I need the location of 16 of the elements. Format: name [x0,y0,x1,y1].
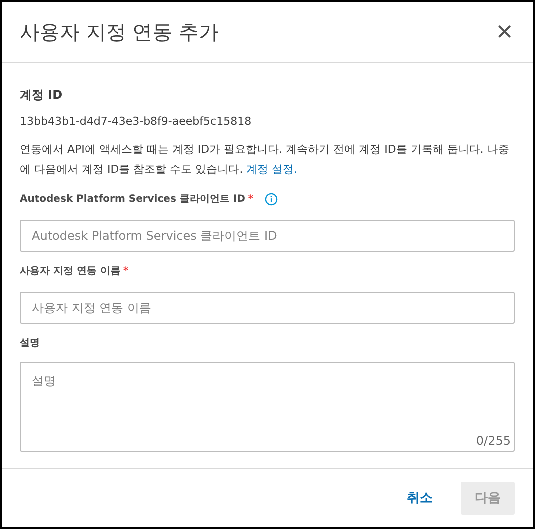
account-id-value: 13bb43b1-d4d7-43e3-b8f9-aeebf5c15818 [20,115,253,128]
account-settings-link[interactable]: 계정 설정. [246,163,298,176]
cancel-button[interactable]: 취소 [401,488,439,508]
account-id-label: 계정 ID [20,87,64,104]
required-mark: * [123,266,129,276]
close-button[interactable]: × [494,18,515,46]
field-label: Autodesk Platform Services 클라이언트 ID [20,193,246,206]
account-description: 연동에서 API에 액세스할 때는 계정 ID가 필요합니다. 계속하기 전에 계정 ID를 기록해 둡니다. 나중에 다음에서 계정 ID를 참조할 수도 있습니다. 계정 설정. [20,142,510,178]
field-label: 설명 [20,337,40,350]
field-label: 사용자 지정 연동 이름 [20,265,120,278]
dialog-title: 사용자 지정 연동 추가 [20,18,220,46]
input-field[interactable]: 사용자 지정 연동 이름 [20,292,515,324]
input-field[interactable]: Autodesk Platform Services 클라이언트 ID [20,220,515,252]
character-counter: 0/255 [476,434,511,448]
required-mark: * [248,194,254,204]
info-icon[interactable] [264,192,278,206]
